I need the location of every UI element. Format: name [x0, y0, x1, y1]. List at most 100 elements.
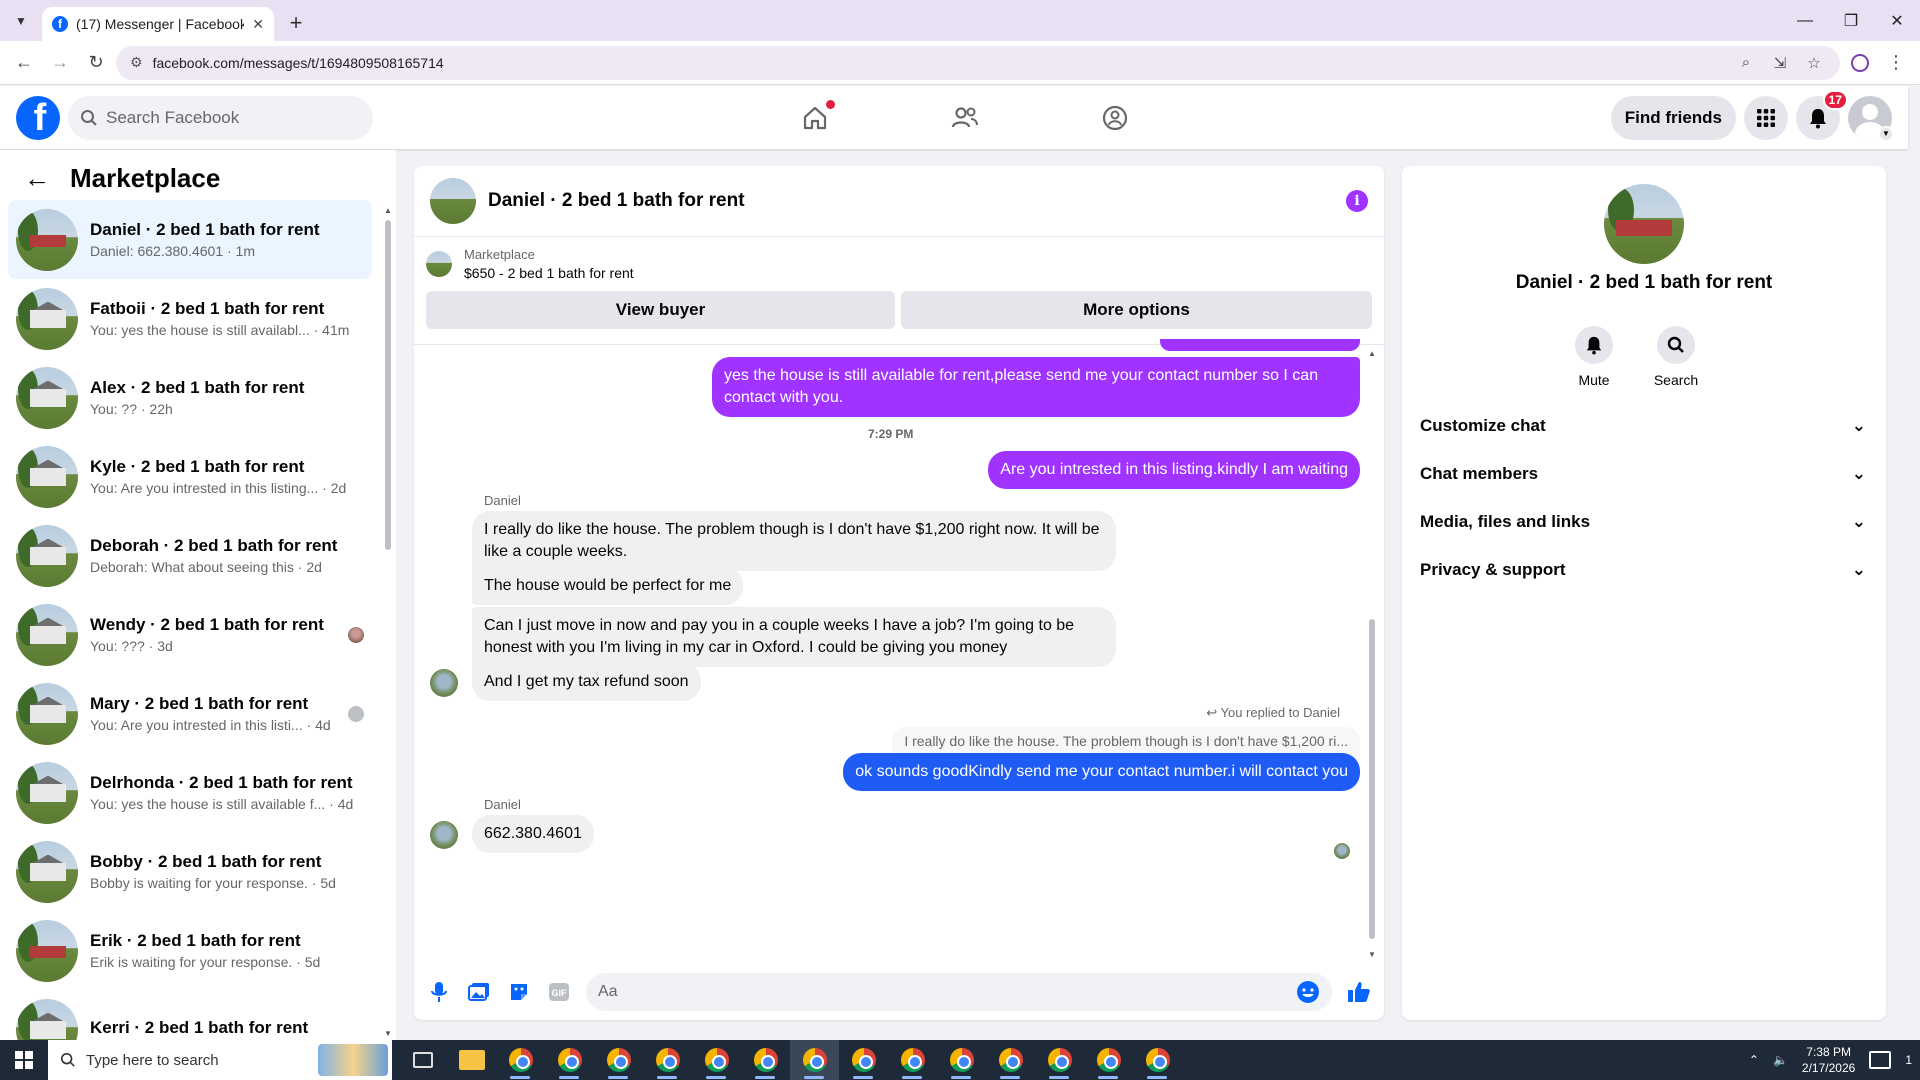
section-chat-members[interactable]: Chat members ⌄ — [1416, 450, 1872, 498]
notifications-button[interactable]: 17 — [1796, 89, 1848, 140]
chrome-icon[interactable] — [545, 1040, 594, 1080]
url-text[interactable]: facebook.com/messages/t/1694809508165714 — [153, 55, 1724, 71]
emoji-icon[interactable] — [1296, 980, 1320, 1004]
back-arrow-icon[interactable]: ← — [24, 163, 50, 194]
taskbar-clock[interactable]: 7:38 PM 2/17/2026 — [1802, 1044, 1855, 1076]
nav-groups[interactable] — [1040, 86, 1190, 149]
notification-center-icon[interactable] — [1869, 1051, 1892, 1069]
chrome-icon[interactable] — [741, 1040, 790, 1080]
scrollbar-thumb[interactable] — [385, 220, 391, 550]
facebook-search[interactable] — [68, 95, 373, 140]
section-customize-chat[interactable]: Customize chat ⌄ — [1416, 402, 1872, 450]
info-icon[interactable]: i — [1346, 190, 1368, 212]
conversation-item[interactable]: Daniel · 2 bed 1 bath for rent Daniel: 66… — [8, 200, 372, 279]
section-media-files-links[interactable]: Media, files and links ⌄ — [1416, 498, 1872, 546]
message-thread[interactable]: yes the house is still available for ren… — [414, 339, 1384, 964]
chrome-icon[interactable] — [594, 1040, 643, 1080]
install-app-icon[interactable]: ⇲ — [1768, 54, 1792, 72]
site-info-icon[interactable]: ⚙ — [130, 54, 143, 71]
more-options-button[interactable]: More options — [901, 291, 1372, 329]
chrome-icon[interactable] — [839, 1040, 888, 1080]
message-bubble-outgoing[interactable]: Are you intrested in this listing.kindly… — [988, 451, 1360, 489]
task-view-icon[interactable] — [398, 1040, 447, 1080]
scroll-down-icon[interactable]: ▼ — [1368, 950, 1376, 959]
sender-avatar[interactable] — [430, 669, 458, 697]
message-bubble-outgoing[interactable]: ok sounds goodKindly send me your contac… — [843, 753, 1360, 791]
gif-icon[interactable]: GIF — [546, 979, 572, 1005]
chrome-icon[interactable] — [790, 1040, 839, 1080]
restore-icon[interactable]: ❐ — [1828, 0, 1874, 41]
forward-icon[interactable]: → — [44, 47, 76, 79]
conversation-item[interactable]: Mary · 2 bed 1 bath for rent You: Are you… — [8, 674, 372, 753]
conversation-scrollbar[interactable]: ▲ ▼ — [384, 206, 392, 1038]
account-button[interactable]: ▼ — [1848, 95, 1894, 142]
tab-search-button[interactable]: ▼ — [4, 4, 38, 38]
taskbar-search[interactable]: Type here to search — [48, 1040, 392, 1080]
browser-tab-messenger[interactable]: f (17) Messenger | Facebook ✕ — [42, 7, 274, 41]
conversation-item[interactable]: Alex · 2 bed 1 bath for rent You: ?? · 22… — [8, 358, 372, 437]
conversation-item[interactable]: Bobby · 2 bed 1 bath for rent Bobby is wa… — [8, 832, 372, 911]
view-buyer-button[interactable]: View buyer — [426, 291, 896, 329]
back-icon[interactable]: ← — [8, 47, 40, 79]
chrome-icon[interactable] — [1035, 1040, 1084, 1080]
menu-grid-button[interactable] — [1744, 95, 1788, 140]
close-window-icon[interactable]: ✕ — [1874, 0, 1920, 41]
conversation-item[interactable]: Wendy · 2 bed 1 bath for rent You: ??? · … — [8, 595, 372, 674]
conversation-item[interactable]: Deborah · 2 bed 1 bath for rent Deborah: … — [8, 516, 372, 595]
message-bubble-incoming[interactable]: The house would be perfect for me — [472, 567, 744, 605]
scroll-up-icon[interactable]: ▲ — [1368, 349, 1376, 358]
conversation-item[interactable]: Erik · 2 bed 1 bath for rent Erik is wait… — [8, 911, 372, 990]
section-privacy-support[interactable]: Privacy & support ⌄ — [1416, 546, 1872, 594]
conversation-item[interactable]: Kerri · 2 bed 1 bath for rent — [8, 990, 372, 1040]
chrome-icon[interactable] — [692, 1040, 741, 1080]
search-in-chat-button[interactable]: Search — [1654, 326, 1698, 388]
reload-icon[interactable]: ↻ — [80, 47, 112, 79]
conversation-item[interactable]: Kyle · 2 bed 1 bath for rent You: Are you… — [8, 437, 372, 516]
message-bubble-incoming[interactable]: 662.380.4601 — [472, 815, 594, 853]
message-bubble-incoming[interactable]: I really do like the house. The problem … — [472, 511, 1116, 571]
sticker-icon[interactable] — [506, 979, 532, 1005]
windows-start-icon[interactable] — [0, 1040, 48, 1080]
message-bubble-incoming[interactable]: Can I just move in now and pay you in a … — [472, 607, 1116, 667]
microphone-icon[interactable] — [426, 979, 452, 1005]
new-tab-button[interactable]: + — [280, 7, 312, 39]
file-explorer-icon[interactable] — [447, 1040, 496, 1080]
nav-friends[interactable] — [890, 86, 1040, 149]
facebook-logo-icon[interactable]: f — [16, 95, 60, 140]
minimize-icon[interactable]: — — [1782, 0, 1828, 41]
find-friends-button[interactable]: Find friends — [1610, 95, 1736, 140]
photo-icon[interactable] — [466, 979, 492, 1005]
message-bubble-incoming[interactable]: And I get my tax refund soon — [472, 663, 701, 701]
bookmark-star-icon[interactable]: ☆ — [1802, 54, 1826, 72]
zoom-icon[interactable]: ⌕ — [1734, 54, 1758, 71]
chrome-icon[interactable] — [496, 1040, 545, 1080]
scrollbar-thumb[interactable] — [1369, 619, 1375, 939]
scroll-down-icon[interactable]: ▼ — [384, 1029, 392, 1038]
message-bubble-outgoing[interactable]: yes the house is still available for ren… — [712, 357, 1360, 417]
chrome-icon[interactable] — [1133, 1040, 1182, 1080]
nav-home[interactable] — [740, 86, 890, 149]
thumbs-up-icon[interactable] — [1346, 979, 1372, 1005]
chat-title[interactable]: Daniel · 2 bed 1 bath for rent — [488, 190, 1334, 212]
chrome-icon[interactable] — [888, 1040, 937, 1080]
listing-title[interactable]: $650 - 2 bed 1 bath for rent — [464, 265, 634, 281]
scroll-up-icon[interactable]: ▲ — [384, 206, 392, 215]
profile-avatar[interactable] — [1604, 184, 1684, 264]
search-input[interactable] — [106, 107, 361, 128]
chat-avatar[interactable] — [430, 178, 476, 224]
chrome-icon[interactable] — [986, 1040, 1035, 1080]
conversation-item[interactable]: Fatboii · 2 bed 1 bath for rent You: yes … — [8, 279, 372, 358]
browser-profile-icon[interactable] — [1844, 47, 1876, 79]
mute-button[interactable]: Mute — [1572, 326, 1616, 388]
chrome-icon[interactable] — [937, 1040, 986, 1080]
browser-menu-icon[interactable]: ⋮ — [1880, 47, 1912, 79]
chrome-icon[interactable] — [643, 1040, 692, 1080]
address-bar[interactable]: ⚙ facebook.com/messages/t/16948095081657… — [116, 45, 1840, 80]
thread-scrollbar[interactable]: ▲ ▼ — [1368, 349, 1376, 959]
tray-chevron-up-icon[interactable]: ⌃ — [1749, 1053, 1759, 1067]
close-tab-icon[interactable]: ✕ — [252, 16, 264, 33]
sender-avatar[interactable] — [430, 821, 458, 849]
message-input[interactable]: Aa — [586, 973, 1332, 1011]
chrome-icon[interactable] — [1084, 1040, 1133, 1080]
conversation-item[interactable]: Delrhonda · 2 bed 1 bath for rent You: ye… — [8, 753, 372, 832]
